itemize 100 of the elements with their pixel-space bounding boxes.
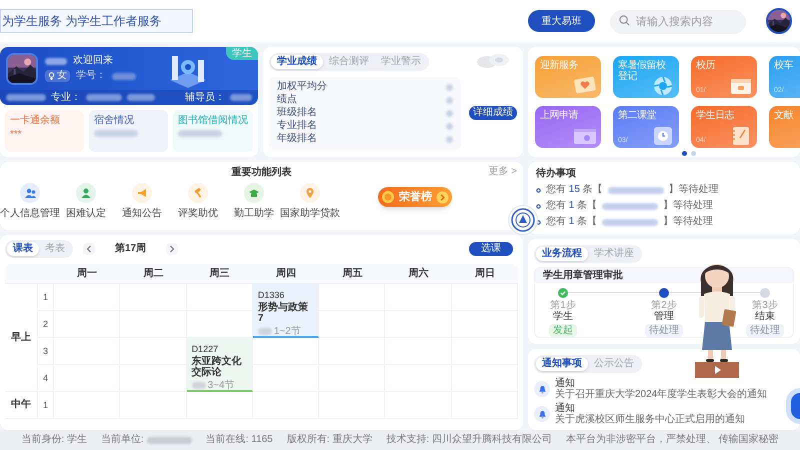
chevron-left-icon	[86, 245, 92, 253]
blurred-text-bar	[446, 110, 453, 116]
blurred-text-bar	[45, 58, 67, 64]
score-label: 绩点	[277, 94, 297, 106]
footer-text: 版权所有: 重庆大学	[286, 434, 372, 446]
blurred-text-bar	[602, 202, 658, 210]
tile-label: 第二课堂	[618, 110, 657, 121]
panel-title: 重要功能列表	[232, 167, 292, 179]
notice-text: 关于召开重庆大学2024年度学生表彰大会的通知	[555, 389, 768, 400]
step-role: 结束	[755, 311, 775, 323]
card-value: ***	[10, 130, 23, 140]
function-label: 勤工助学	[234, 208, 274, 220]
blurred-text-bar	[192, 382, 206, 389]
week-label: 第17周	[115, 243, 146, 255]
period-number: 1	[38, 284, 54, 311]
notice-title: 通知	[555, 378, 576, 389]
todo-status-text: 】等待处理	[663, 200, 714, 212]
blurred-text-bar	[127, 94, 155, 101]
counselor-label: 辅导员：	[185, 92, 225, 104]
course-name-text: 形势与政策7	[258, 302, 309, 324]
score-label: 年级排名	[277, 133, 317, 145]
step-role: 学生	[553, 311, 573, 323]
footer-text: 当前单位:	[100, 434, 144, 446]
timetable-cell	[319, 338, 386, 365]
footer-text: 当前身份: 学生	[21, 434, 87, 446]
course-card[interactable]: D1227 东亚跨文化交际论 3~4节	[186, 338, 253, 392]
next-week-button[interactable]	[166, 243, 178, 255]
function-label: 评奖助优	[178, 208, 218, 220]
timetable-cell	[319, 311, 386, 338]
timetable-cell	[252, 365, 320, 392]
footer-text: 技术支持: 四川众望升腾科技有限公司	[386, 434, 552, 446]
blurred-text-bar	[446, 96, 453, 104]
blurred-text-bar	[94, 130, 138, 137]
footer-text: 本平台为非涉密平台，严禁处理、 传输国家秘密	[566, 434, 779, 446]
course-code-text: D1227	[192, 344, 220, 354]
bell-icon	[534, 406, 550, 422]
course-code-text: D1336	[258, 290, 286, 300]
footer-text: 当前在线: 1165	[206, 434, 273, 446]
function-label: 国家助学贷款	[280, 208, 340, 220]
function-item[interactable]: 国家助学贷款	[282, 183, 338, 220]
timetable-cell	[120, 392, 187, 419]
function-label: 通知公告	[122, 208, 162, 220]
process-title: 学生用章管理审批	[543, 270, 623, 282]
todo-status-text: 】等待处理	[663, 216, 714, 228]
course-periods-text: 1~2节	[274, 326, 301, 337]
coin-icon	[381, 190, 395, 204]
notice-item[interactable]: 通知 关于虎溪校区师生服务中心正式启用的通知	[534, 403, 745, 425]
student-id-label: 学号：	[76, 70, 106, 82]
blurred-text-bar	[608, 186, 664, 194]
course-name-text: 东亚跨文化交际论	[192, 356, 243, 378]
todo-item[interactable]: 您有 1 条【 】等待处理	[536, 200, 792, 212]
function-item[interactable]: 通知公告	[114, 183, 170, 220]
timetable-cell	[252, 338, 320, 365]
blurred-text-bar	[112, 72, 136, 80]
card-title: 图书馆借阅情况	[178, 115, 248, 127]
section-label: 早上	[5, 284, 38, 392]
ring-decoration-drawing	[475, 53, 511, 69]
greeting-text: 欢迎回来	[73, 55, 113, 67]
tab[interactable]: 通知事项	[536, 357, 588, 371]
search-field[interactable]: 请输入搜索内容	[610, 10, 746, 34]
blurred-text-bar	[258, 328, 272, 335]
ring-bullet-icon	[536, 220, 541, 224]
function-item[interactable]: 勤工助学	[226, 183, 282, 220]
period-number: 3	[38, 338, 54, 365]
status-chip: 待处理	[645, 324, 683, 337]
function-label: 困难认定	[66, 208, 106, 220]
tab[interactable]: 学业成绩	[271, 55, 323, 69]
timetable-cell	[120, 365, 187, 392]
major-label: 专业：	[51, 92, 81, 104]
step-number: 第1步	[550, 300, 576, 311]
function-item[interactable]: 评奖助优	[170, 183, 226, 220]
chevron-right-icon	[169, 245, 176, 253]
portal-button[interactable]: 重大易班	[528, 10, 595, 32]
todo-status-text: 】等待处理	[668, 184, 719, 196]
previous-week-button[interactable]	[83, 243, 95, 255]
tab[interactable]: 课表	[7, 242, 39, 256]
notice-item[interactable]: 通知 关于召开重庆大学2024年度学生表彰大会的通知	[534, 378, 768, 400]
function-item[interactable]: 个人信息管理	[2, 183, 58, 220]
function-label: 个人信息管理	[0, 208, 60, 220]
step-number: 第3步	[752, 300, 778, 311]
arrow-circle-icon	[436, 190, 449, 204]
period-number: 2	[38, 311, 54, 338]
tile-label: 校车	[774, 60, 794, 71]
todo-item[interactable]: 您有 1 条【 】等待处理	[536, 216, 792, 228]
status-chip: 发起	[549, 324, 577, 337]
blurred-text-bar	[446, 122, 453, 130]
blurred-text-bar	[230, 94, 252, 101]
score-label: 加权平均分	[277, 81, 327, 93]
course-selection-button[interactable]: 选课	[469, 242, 513, 256]
todo-text: 您有 15 条【	[546, 184, 603, 196]
course-card[interactable]: D1336 形势与政策7 1~2节	[252, 284, 320, 338]
info-card[interactable]: 宿舍情况	[89, 110, 168, 152]
period-number: 4	[38, 365, 54, 392]
todo-item[interactable]: 您有 15 条【 】等待处理	[536, 184, 792, 196]
score-label: 班级排名	[277, 107, 317, 119]
tab[interactable]: 业务流程	[536, 247, 588, 261]
todo-text: 您有 1 条【	[546, 200, 598, 212]
detail-button[interactable]: 详细成绩	[469, 106, 517, 120]
ring-bullet-icon	[536, 204, 541, 208]
function-item[interactable]: 困难认定	[58, 183, 114, 220]
